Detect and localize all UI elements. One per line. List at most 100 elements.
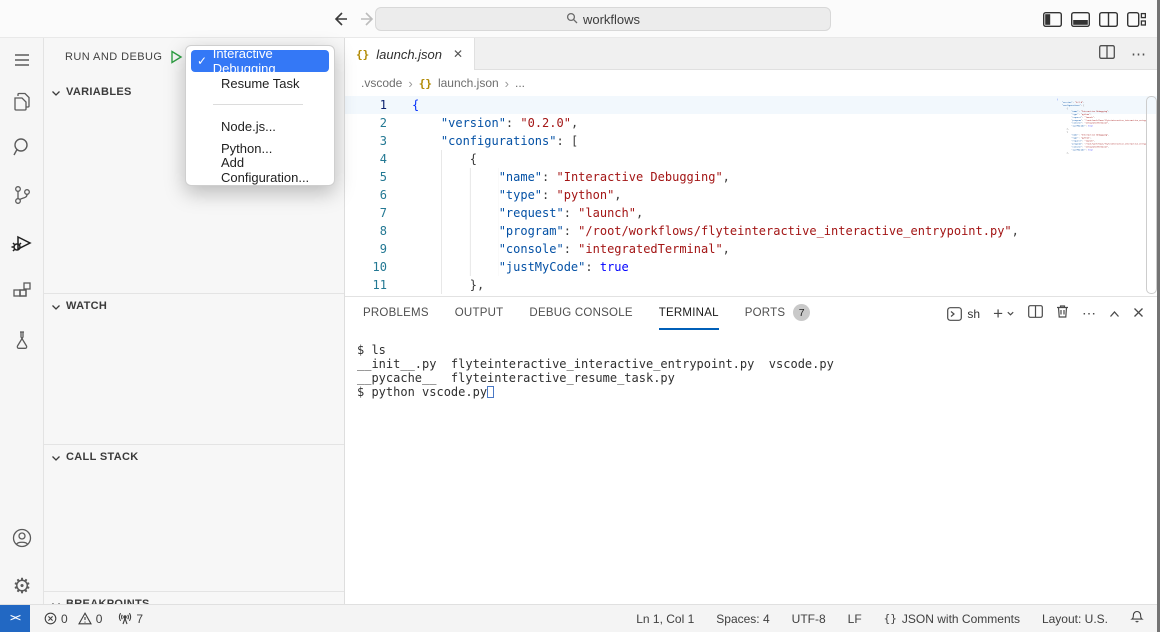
search-view-icon[interactable] — [10, 135, 34, 159]
cursor-position-status[interactable]: Ln 1, Col 1 — [636, 612, 694, 626]
maximize-panel-icon[interactable] — [1109, 305, 1120, 323]
section-label: VARIABLES — [66, 86, 132, 98]
breadcrumb-more[interactable]: ... — [515, 76, 525, 90]
start-debugging-button[interactable] — [168, 49, 184, 65]
panel-tab-output[interactable]: OUTPUT — [455, 297, 504, 330]
customize-layout-icon[interactable] — [1127, 11, 1146, 27]
menu-icon[interactable] — [10, 48, 34, 72]
menu-item-add-configuration[interactable]: Add Configuration... — [191, 159, 329, 181]
breadcrumb-folder[interactable]: .vscode — [361, 76, 402, 90]
activity-bar: ⚙ — [0, 38, 44, 604]
json-icon: {} — [884, 612, 897, 625]
panel-tab-problems[interactable]: PROBLEMS — [363, 297, 429, 330]
eol-status[interactable]: LF — [848, 612, 862, 626]
language-mode-status[interactable]: {} JSON with Comments — [884, 612, 1020, 626]
code-token: "console" — [499, 242, 564, 256]
indent-guide — [441, 186, 499, 204]
terminal-shell-item[interactable]: sh — [947, 307, 980, 321]
indentation-status[interactable]: Spaces: 4 — [716, 612, 769, 626]
code-line[interactable]: 2"version": "0.2.0", — [345, 114, 1160, 132]
settings-gear-icon[interactable]: ⚙ — [10, 574, 34, 598]
panel-tab-label: DEBUG CONSOLE — [529, 307, 632, 319]
extensions-icon[interactable] — [10, 279, 34, 303]
command-center-search[interactable]: workflows — [375, 7, 831, 31]
indent — [412, 240, 441, 258]
code-line[interactable]: 6"type": "python", — [345, 186, 1160, 204]
code-token: : — [542, 170, 556, 184]
panel-tab-ports[interactable]: PORTS7 — [745, 297, 811, 330]
chevron-down-icon — [50, 86, 62, 98]
minimap[interactable]: { "version": "0.2.0", "configurations": … — [1057, 98, 1147, 162]
toggle-secondary-sidebar-icon[interactable] — [1099, 11, 1118, 27]
back-arrow-icon[interactable] — [331, 10, 349, 28]
line-number: 3 — [345, 132, 387, 150]
code-line[interactable]: 3"configurations": [ — [345, 132, 1160, 150]
panel-actions: sh + ⋯ — [947, 297, 1144, 330]
terminal-line: __pycache__ flyteinteractive_resume_task… — [357, 371, 834, 385]
code-token: , — [614, 188, 621, 202]
code-line[interactable]: 4{ — [345, 150, 1160, 168]
encoding-status[interactable]: UTF-8 — [792, 612, 826, 626]
search-value: workflows — [583, 12, 640, 27]
watch-section: WATCH — [44, 293, 344, 444]
breadcrumb-file[interactable]: launch.json — [438, 76, 499, 90]
indent — [412, 132, 441, 150]
terminal-line: __init__.py flyteinteractive_interactive… — [357, 357, 834, 371]
terminal-cursor — [487, 386, 494, 398]
search-icon — [566, 12, 578, 27]
code-editor[interactable]: 1{2"version": "0.2.0",3"configurations":… — [345, 96, 1160, 296]
terminal-line: $ ls — [357, 343, 834, 357]
code-token: , — [723, 170, 730, 184]
code-line[interactable]: 9"console": "integratedTerminal", — [345, 240, 1160, 258]
testing-icon[interactable] — [10, 328, 34, 352]
line-number: 4 — [345, 150, 387, 168]
new-terminal-button[interactable]: + — [993, 305, 1015, 322]
breadcrumb[interactable]: .vscode › {} launch.json › ... — [345, 70, 1160, 96]
close-tab-icon[interactable]: ✕ — [453, 47, 463, 61]
close-panel-icon[interactable] — [1133, 305, 1144, 323]
code-line[interactable]: 11}, — [345, 276, 1160, 294]
split-terminal-icon[interactable] — [1028, 305, 1043, 323]
panel-tab-debug-console[interactable]: DEBUG CONSOLE — [529, 297, 632, 330]
menu-item-label: Add Configuration... — [221, 155, 323, 185]
code-token: "Interactive Debugging" — [557, 170, 723, 184]
toggle-panel-icon[interactable] — [1071, 11, 1090, 27]
line-number: 2 — [345, 114, 387, 132]
source-control-icon[interactable] — [10, 183, 34, 207]
notifications-bell-icon[interactable] — [1130, 610, 1144, 627]
tab-launch-json[interactable]: {} launch.json ✕ — [345, 38, 475, 70]
indent-guide — [441, 240, 499, 258]
shell-label: sh — [967, 307, 980, 321]
remote-indicator[interactable]: >< — [0, 605, 30, 632]
more-actions-icon[interactable]: ⋯ — [1131, 45, 1146, 63]
code-line[interactable]: 5"name": "Interactive Debugging", — [345, 168, 1160, 186]
panel-more-actions-icon[interactable]: ⋯ — [1082, 305, 1096, 322]
call-stack-section-header[interactable]: CALL STACK — [44, 445, 344, 465]
toggle-sidebar-icon[interactable] — [1043, 11, 1062, 27]
menu-item-interactive-debugging[interactable]: ✓Interactive Debugging — [191, 50, 329, 72]
keyboard-layout-status[interactable]: Layout: U.S. — [1042, 612, 1108, 626]
code-line[interactable]: 10"justMyCode": true — [345, 258, 1160, 276]
indent-guide — [441, 276, 470, 294]
account-icon[interactable] — [10, 526, 34, 550]
split-editor-icon[interactable] — [1099, 45, 1115, 64]
panel-tab-terminal[interactable]: TERMINAL — [659, 297, 719, 330]
code-token: : — [506, 116, 520, 130]
problems-status[interactable]: 0 0 — [44, 612, 102, 626]
ports-status[interactable]: 7 — [118, 612, 143, 626]
code-line[interactable]: 7"request": "launch", — [345, 204, 1160, 222]
explorer-icon[interactable] — [10, 90, 34, 114]
run-and-debug-icon[interactable] — [10, 231, 34, 255]
warning-count: 0 — [96, 612, 103, 626]
code-line[interactable]: 1{ — [345, 96, 1160, 114]
code-line[interactable]: 8"program": "/root/workflows/flyteintera… — [345, 222, 1160, 240]
menu-separator — [213, 104, 303, 105]
terminal-output[interactable]: $ ls__init__.py flyteinteractive_interac… — [357, 343, 834, 399]
kill-terminal-icon[interactable] — [1056, 304, 1069, 323]
editor-scrollbar[interactable] — [1146, 96, 1157, 294]
chevron-right-icon: › — [408, 76, 412, 91]
watch-section-header[interactable]: WATCH — [44, 294, 344, 314]
language-label: JSON with Comments — [902, 612, 1020, 626]
menu-item-node-js[interactable]: Node.js... — [191, 115, 329, 137]
code-token: , — [1012, 224, 1019, 238]
